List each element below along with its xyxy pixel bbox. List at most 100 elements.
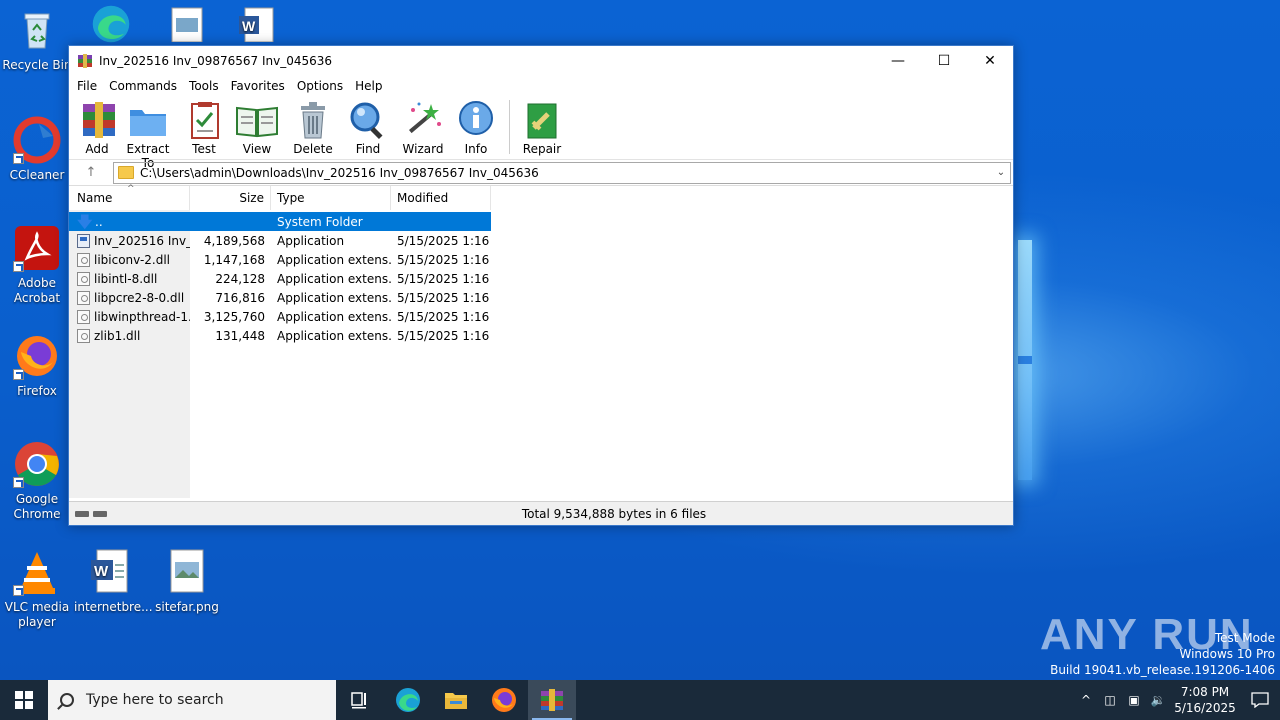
table-row-parent[interactable]: 🡇 .. System Folder <box>69 212 491 231</box>
desktop-icon-adobe-acrobat[interactable]: Adobe Acrobat <box>0 224 74 306</box>
window-title: Inv_202516 Inv_09876567 Inv_045636 <box>99 54 333 68</box>
table-row[interactable]: libintl-8.dll 224,128 Application extens… <box>69 269 1013 288</box>
file-size: 3,125,760 <box>203 309 265 324</box>
maximize-button[interactable]: ☐ <box>921 46 967 76</box>
search-placeholder: Type here to search <box>86 692 224 708</box>
file-name: Inv_202516 Inv_0... <box>94 233 190 248</box>
file-name-cell: zlib1.dll <box>69 328 190 343</box>
file-name-cell: 🡇 .. <box>69 214 190 230</box>
task-view-button[interactable] <box>336 680 384 720</box>
file-name: zlib1.dll <box>94 328 141 343</box>
test-mode-label: Test Mode <box>1214 631 1275 645</box>
desktop-icon-label: Recycle Bin <box>2 58 72 72</box>
file-name-cell: libwinpthread-1.... <box>69 309 190 324</box>
up-folder-button[interactable]: ↑ <box>69 165 113 180</box>
desktop-icon-image-file[interactable] <box>152 6 222 46</box>
header-modified[interactable]: Modified <box>391 186 491 210</box>
winrar-icon <box>541 689 563 711</box>
desktop-icon-ccleaner[interactable]: CCleaner <box>0 116 74 183</box>
winrar-window[interactable]: Inv_202516 Inv_09876567 Inv_045636 — ☐ ✕… <box>68 45 1014 526</box>
dll-file-icon <box>77 309 90 324</box>
desktop-icon-recycle-bin[interactable]: Recycle Bin <box>0 6 74 73</box>
folder-icon <box>118 166 134 179</box>
info-button[interactable]: Info <box>453 100 499 156</box>
repair-label: Repair <box>522 142 562 156</box>
taskbar-firefox[interactable] <box>480 680 528 720</box>
desktop-icon-label: VLC media player <box>4 600 70 629</box>
windows-edition: Windows 10 Pro <box>1179 647 1275 661</box>
taskbar-search[interactable]: Type here to search <box>48 680 336 720</box>
table-row[interactable]: libpcre2-8-0.dll 716,816 Application ext… <box>69 288 1013 307</box>
network-icon[interactable]: ▣ <box>1122 693 1146 707</box>
chevron-up-icon[interactable]: ^ <box>1074 693 1098 707</box>
header-size[interactable]: Size <box>190 186 271 210</box>
file-size: 716,816 <box>215 290 265 305</box>
status-bar: Total 9,534,888 bytes in 6 files <box>69 501 1013 525</box>
desktop-icon-vlc[interactable]: VLC media player <box>0 548 74 630</box>
find-label: Find <box>355 142 381 156</box>
extract-to-button[interactable]: Extract To <box>119 100 177 170</box>
key-icon[interactable] <box>93 510 107 517</box>
header-type[interactable]: Type <box>271 186 391 210</box>
desktop-icon-sitefar-png[interactable]: sitefar.png <box>150 548 224 615</box>
volume-icon[interactable]: 🔉 <box>1146 693 1170 707</box>
notification-button[interactable] <box>1240 692 1280 708</box>
menu-commands[interactable]: Commands <box>103 79 183 93</box>
repair-button[interactable]: Repair <box>520 100 564 156</box>
menu-file[interactable]: File <box>71 79 103 93</box>
drive-icon[interactable] <box>75 510 89 517</box>
test-icon <box>184 100 224 140</box>
wizard-button[interactable]: Wizard <box>397 100 449 156</box>
close-button[interactable]: ✕ <box>967 46 1013 76</box>
table-row[interactable]: libwinpthread-1.... 3,125,760 Applicatio… <box>69 307 1013 326</box>
info-label: Info <box>464 142 488 156</box>
add-button[interactable]: Add <box>79 100 115 156</box>
delete-button[interactable]: Delete <box>287 100 339 156</box>
file-type: Application extens... <box>277 328 391 343</box>
file-modified: 5/15/2025 1:16 ... <box>397 328 491 343</box>
minimize-button[interactable]: — <box>875 46 921 76</box>
desktop-icon-label: CCleaner <box>9 168 65 182</box>
menu-bar: File Commands Tools Favorites Options He… <box>69 76 1013 96</box>
test-button[interactable]: Test <box>181 100 227 156</box>
winrar-app-icon <box>77 53 93 69</box>
menu-options[interactable]: Options <box>291 79 349 93</box>
adobe-acrobat-icon <box>13 224 61 272</box>
file-list[interactable]: ^ Name Size Type Modified 🡇 .. System Fo… <box>69 184 1013 498</box>
firefox-icon <box>492 688 516 712</box>
menu-tools[interactable]: Tools <box>183 79 225 93</box>
view-button[interactable]: View <box>231 100 283 156</box>
desktop-icon-internetbre-doc[interactable]: W internetbre... <box>74 548 153 615</box>
status-text: Total 9,534,888 bytes in 6 files <box>521 506 707 521</box>
desktop-icon-google-chrome[interactable]: Google Chrome <box>0 440 74 522</box>
menu-favorites[interactable]: Favorites <box>225 79 291 93</box>
file-type: Application extens... <box>277 252 391 267</box>
start-button[interactable] <box>0 680 48 720</box>
file-size: 4,189,568 <box>203 233 265 248</box>
search-icon <box>60 693 74 707</box>
desktop-icon-label: Adobe Acrobat <box>13 276 61 305</box>
chevron-down-icon[interactable]: ⌄ <box>992 167 1010 178</box>
path-field[interactable]: C:\Users\admin\Downloads\Inv_202516 Inv_… <box>113 161 1011 184</box>
desktop-icon-edge[interactable] <box>76 4 146 48</box>
taskbar-winrar[interactable] <box>528 680 576 720</box>
address-bar: ↑ C:\Users\admin\Downloads\Inv_202516 In… <box>69 160 1013 186</box>
taskbar-edge[interactable] <box>384 680 432 720</box>
column-headers: ^ Name Size Type Modified <box>69 184 1013 210</box>
file-modified: 5/15/2025 1:16 ... <box>397 309 491 324</box>
word-doc-icon: W <box>237 6 277 43</box>
table-row[interactable]: Inv_202516 Inv_0... 4,189,568 Applicatio… <box>69 231 1013 250</box>
desktop-icon-word-doc[interactable]: W <box>222 6 292 46</box>
table-row[interactable]: libiconv-2.dll 1,147,168 Application ext… <box>69 250 1013 269</box>
desktop-icon-firefox[interactable]: Firefox <box>0 332 74 399</box>
table-row[interactable]: zlib1.dll 131,448 Application extens... … <box>69 326 1013 345</box>
file-type: Application extens... <box>277 309 391 324</box>
clock[interactable]: 7:08 PM 5/16/2025 <box>1170 684 1240 716</box>
window-titlebar[interactable]: Inv_202516 Inv_09876567 Inv_045636 — ☐ ✕ <box>69 46 1013 76</box>
find-button[interactable]: Find <box>343 100 393 156</box>
taskbar-file-explorer[interactable] <box>432 680 480 720</box>
menu-help[interactable]: Help <box>349 79 388 93</box>
device-icon[interactable]: ◫ <box>1098 693 1122 707</box>
vlc-icon <box>13 548 61 596</box>
add-label: Add <box>85 142 109 156</box>
